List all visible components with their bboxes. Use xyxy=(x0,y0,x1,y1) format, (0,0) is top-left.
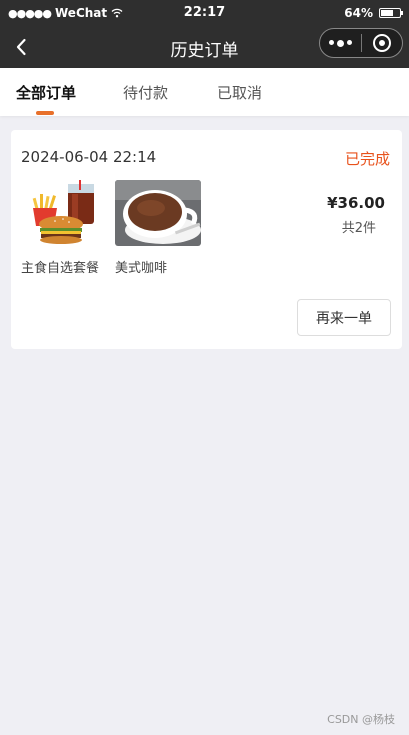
order-card[interactable]: 2024-06-04 22:14 已完成 主食自选套餐 美式咖啡 ¥36.00 … xyxy=(11,130,402,349)
product-item[interactable]: 主食自选套餐 xyxy=(21,180,107,276)
reorder-button[interactable]: 再来一单 xyxy=(297,299,391,336)
nav-bar: 历史订单 xyxy=(0,26,409,68)
miniprogram-capsule xyxy=(319,28,403,58)
more-menu-button[interactable] xyxy=(320,39,361,47)
tab-all-orders[interactable]: 全部订单 xyxy=(16,82,76,103)
order-price: ¥36.00 xyxy=(327,194,385,212)
status-bar: ●●●●● WeChat 22:17 64% xyxy=(0,0,409,26)
tab-pending-payment[interactable]: 待付款 xyxy=(123,82,168,103)
order-status: 已完成 xyxy=(344,150,390,168)
product-item[interactable]: 美式咖啡 xyxy=(115,180,201,276)
coffee-cup-image xyxy=(115,180,201,246)
watermark: CSDN @杨枝 xyxy=(327,713,395,726)
order-time: 2024-06-04 22:14 xyxy=(21,148,157,166)
status-right: 64% xyxy=(344,6,403,20)
battery-icon xyxy=(379,8,403,18)
order-tabs: 全部订单 待付款 已取消 xyxy=(0,68,409,116)
active-tab-indicator xyxy=(36,111,54,115)
product-name: 美式咖啡 xyxy=(115,261,168,276)
battery-percent: 64% xyxy=(344,6,373,20)
burger-combo-image xyxy=(21,180,107,246)
close-miniprogram-button[interactable] xyxy=(362,34,403,52)
battery-fill xyxy=(381,10,393,16)
tab-cancelled[interactable]: 已取消 xyxy=(217,82,262,103)
target-icon xyxy=(372,34,391,52)
item-count: 共2件 xyxy=(341,221,376,236)
product-name: 主食自选套餐 xyxy=(21,261,100,276)
